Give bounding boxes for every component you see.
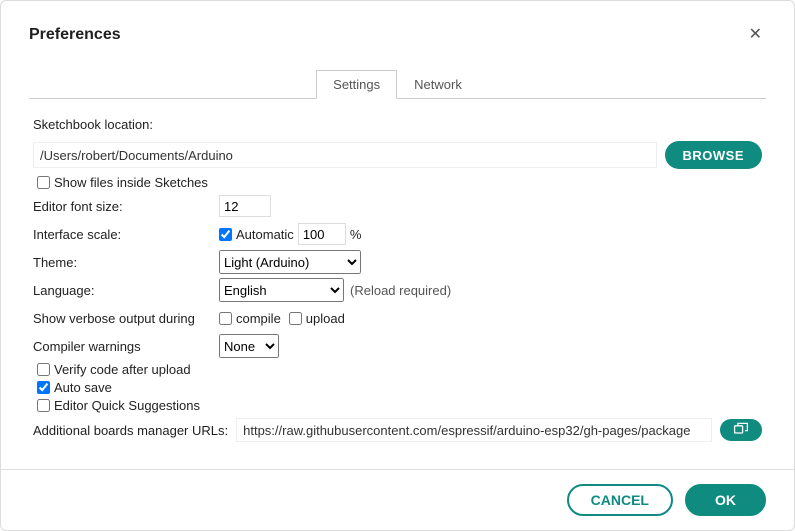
verbose-compile-checkbox[interactable]: [219, 312, 232, 325]
boards-urls-label: Additional boards manager URLs:: [33, 423, 228, 438]
theme-label: Theme:: [33, 255, 219, 270]
show-files-label: Show files inside Sketches: [54, 175, 208, 190]
preferences-dialog: Preferences ✕ Settings Network Sketchboo…: [0, 0, 795, 531]
compiler-warnings-select[interactable]: None: [219, 334, 279, 358]
ok-button[interactable]: OK: [685, 484, 766, 516]
verify-after-upload-checkbox[interactable]: [37, 363, 50, 376]
sketchbook-label: Sketchbook location:: [33, 117, 153, 132]
dialog-header: Preferences ✕: [1, 1, 794, 51]
close-icon[interactable]: ✕: [745, 23, 766, 47]
tab-settings[interactable]: Settings: [316, 70, 397, 99]
cancel-button[interactable]: CANCEL: [567, 484, 673, 516]
quick-suggestions-label: Editor Quick Suggestions: [54, 398, 200, 413]
expand-icon: [733, 422, 749, 439]
browse-button[interactable]: BROWSE: [665, 141, 763, 169]
font-size-label: Editor font size:: [33, 199, 219, 214]
verbose-compile-label: compile: [236, 311, 281, 326]
reload-required-label: (Reload required): [350, 283, 451, 298]
expand-urls-button[interactable]: [720, 419, 762, 441]
auto-save-checkbox[interactable]: [37, 381, 50, 394]
quick-suggestions-checkbox[interactable]: [37, 399, 50, 412]
tab-network[interactable]: Network: [397, 70, 479, 99]
theme-select[interactable]: Light (Arduino): [219, 250, 361, 274]
language-label: Language:: [33, 283, 219, 298]
dialog-footer: CANCEL OK: [1, 469, 794, 530]
scale-value-input[interactable]: [298, 223, 346, 245]
verbose-upload-checkbox[interactable]: [289, 312, 302, 325]
tabs: Settings Network: [29, 69, 766, 99]
interface-scale-label: Interface scale:: [33, 227, 219, 242]
scale-automatic-label: Automatic: [236, 227, 294, 242]
show-files-checkbox[interactable]: [37, 176, 50, 189]
font-size-input[interactable]: [219, 195, 271, 217]
verify-after-upload-label: Verify code after upload: [54, 362, 191, 377]
scale-percent-label: %: [350, 227, 362, 242]
sketchbook-path-input[interactable]: [33, 142, 657, 168]
auto-save-label: Auto save: [54, 380, 112, 395]
settings-panel: Sketchbook location: BROWSE Show files i…: [1, 99, 794, 457]
dialog-title: Preferences: [29, 26, 121, 44]
compiler-warnings-label: Compiler warnings: [33, 339, 219, 354]
verbose-label: Show verbose output during: [33, 311, 219, 326]
scale-automatic-checkbox[interactable]: [219, 228, 232, 241]
boards-urls-input[interactable]: [236, 418, 712, 442]
language-select[interactable]: English: [219, 278, 344, 302]
verbose-upload-label: upload: [306, 311, 345, 326]
